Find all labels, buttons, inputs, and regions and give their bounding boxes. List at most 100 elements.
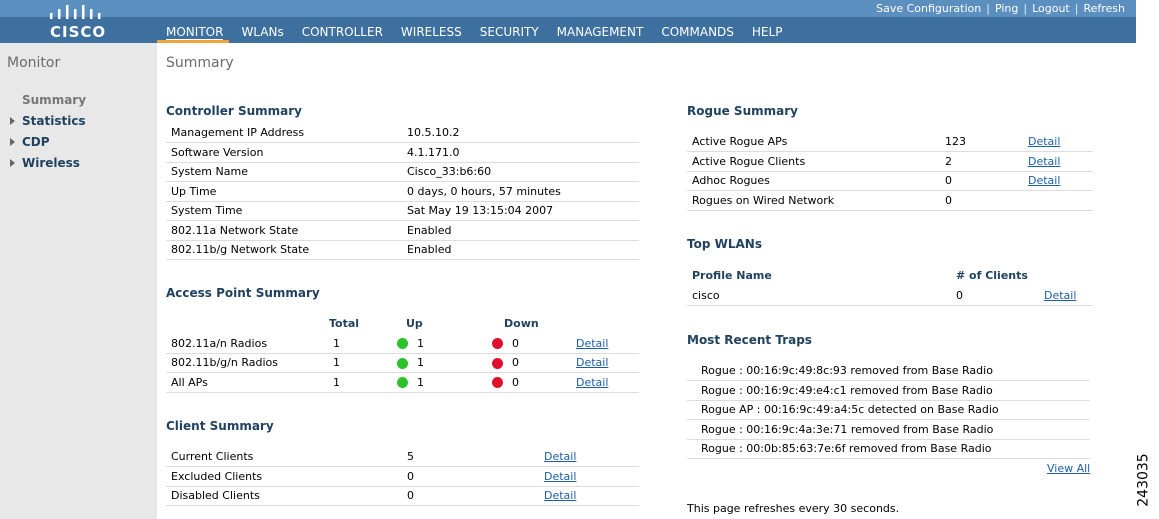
up-cell: 1 — [392, 353, 478, 373]
up-cell: 1 — [392, 372, 478, 393]
status-up-icon — [397, 377, 408, 389]
detail-link[interactable]: Detail — [1028, 155, 1060, 168]
client-summary-title: Client Summary — [166, 419, 274, 433]
total-count: 1 — [324, 372, 392, 393]
nav-management[interactable]: MANAGEMENT — [557, 25, 644, 40]
header-blank — [166, 314, 324, 334]
refresh-link[interactable]: Refresh — [1078, 2, 1130, 15]
sidebar-title: Monitor — [7, 55, 61, 71]
table-row: Active Rogue APs 123 Detail — [687, 132, 1093, 152]
detail-link[interactable]: Detail — [1028, 174, 1060, 187]
table-row: Software Version 4.1.171.0 — [166, 142, 639, 163]
sidebar-item-label: Summary — [22, 92, 87, 107]
table-row: Excluded Clients 0 Detail — [166, 466, 639, 487]
row-label: 802.11b/g/n Radios — [166, 353, 324, 373]
brand-name: CISCO — [50, 23, 107, 41]
row-value: 0 — [940, 190, 1023, 211]
row-label: 802.11a/n Radios — [166, 333, 324, 354]
table-row: 802.11b/g/n Radios 1 1 0 Detail — [166, 353, 639, 373]
table-row: Active Rogue Clients 2 Detail — [687, 151, 1093, 172]
nav-commands[interactable]: COMMANDS — [661, 25, 734, 40]
recent-traps-table: Rogue : 00:16:9c:49:8c:93 removed from B… — [687, 361, 1090, 459]
header-bar: CISCO Save Configuration | Ping | Logout | … — [0, 0, 1136, 43]
nav-monitor[interactable]: MONITOR — [166, 25, 224, 40]
trap-row: Rogue AP : 00:16:9c:49:a4:5c detected on… — [687, 400, 1090, 420]
row-value: 2 — [940, 151, 1023, 172]
trap-row: Rogue : 00:16:9c:4a:3e:71 removed from B… — [687, 419, 1090, 440]
trap-message: Rogue : 00:16:9c:49:e4:c1 removed from B… — [687, 380, 1090, 401]
refresh-note: This page refreshes every 30 seconds. — [687, 502, 900, 515]
trap-message: Rogue : 00:16:9c:4a:3e:71 removed from B… — [687, 419, 1090, 440]
sidebar-item-label: Statistics — [22, 113, 86, 128]
nav-controller[interactable]: CONTROLLER — [302, 25, 383, 40]
nav-wlans[interactable]: WLANs — [241, 25, 283, 40]
row-label: Active Rogue Clients — [687, 151, 940, 172]
header-down: Down — [504, 317, 539, 331]
nav-wireless[interactable]: WIRELESS — [401, 25, 462, 40]
controller-summary-table: Management IP Address 10.5.10.2 Software… — [166, 123, 639, 260]
detail-link[interactable]: Detail — [1044, 289, 1076, 302]
detail-link[interactable]: Detail — [576, 376, 608, 389]
sidebar-item-statistics[interactable]: Statistics — [10, 110, 86, 131]
detail-link[interactable]: Detail — [544, 489, 576, 502]
row-label: Software Version — [166, 142, 402, 163]
view-all-link[interactable]: View All — [1047, 462, 1090, 475]
trap-message: Rogue AP : 00:16:9c:49:a4:5c detected on… — [687, 400, 1090, 420]
row-label: Disabled Clients — [166, 486, 402, 506]
row-label: Up Time — [166, 181, 402, 202]
trap-message: Rogue : 00:0b:85:63:7e:6f removed from B… — [687, 439, 1090, 459]
down-cell: 0 — [478, 333, 571, 354]
table-row: System Time Sat May 19 13:15:04 2007 — [166, 201, 639, 221]
expand-arrow-icon — [10, 158, 15, 167]
row-value: 4.1.171.0 — [402, 142, 639, 163]
table-row: Current Clients 5 Detail — [166, 447, 639, 467]
row-label: Excluded Clients — [166, 466, 402, 487]
status-down-icon — [492, 338, 503, 349]
down-count: 0 — [512, 356, 519, 370]
header-up: Up — [406, 317, 423, 331]
row-label: Management IP Address — [166, 123, 402, 143]
row-label: Current Clients — [166, 447, 402, 467]
trap-row: Rogue : 00:0b:85:63:7e:6f removed from B… — [687, 439, 1090, 459]
status-down-icon — [492, 377, 503, 389]
save-configuration-link[interactable]: Save Configuration — [871, 2, 986, 15]
table-row: 802.11a/n Radios 1 1 0 Detail — [166, 333, 639, 354]
detail-link[interactable]: Detail — [544, 470, 576, 483]
table-row: Adhoc Rogues 0 Detail — [687, 171, 1093, 191]
row-label: 802.11b/g Network State — [166, 240, 402, 260]
page-title: Summary — [166, 55, 234, 71]
detail-link[interactable]: Detail — [576, 337, 608, 350]
expand-arrow-icon — [10, 116, 15, 125]
status-up-icon — [397, 357, 408, 369]
sidebar-item-cdp[interactable]: CDP — [10, 131, 86, 152]
utility-links: Save Configuration | Ping | Logout | Refres… — [871, 1, 1130, 16]
recent-traps-title: Most Recent Traps — [687, 333, 812, 347]
nav-security[interactable]: SECURITY — [480, 25, 539, 40]
access-point-summary-table: Total Up Down 802.11a/n Radios 1 1 0 Det… — [166, 314, 639, 393]
row-value: 0 — [940, 171, 1023, 191]
sidebar-item-wireless[interactable]: Wireless — [10, 152, 86, 173]
detail-link[interactable]: Detail — [544, 450, 576, 463]
header-clients: # of Clients — [956, 269, 1028, 283]
wlan-clients: 0 — [951, 285, 1039, 306]
row-label: All APs — [166, 372, 324, 393]
table-row: Disabled Clients 0 Detail — [166, 486, 639, 506]
logout-link[interactable]: Logout — [1027, 2, 1075, 15]
detail-link[interactable]: Detail — [576, 356, 608, 369]
row-value: 0 days, 0 hours, 57 minutes — [402, 181, 639, 202]
down-count: 0 — [512, 375, 519, 389]
table-row: System Name Cisco_33:b6:60 — [166, 162, 639, 182]
sidebar-item-summary[interactable]: Summary — [10, 89, 86, 110]
sidebar: Monitor Summary Statistics CDP Wireless — [0, 43, 157, 519]
expand-arrow-icon — [10, 137, 15, 146]
row-label: Adhoc Rogues — [687, 171, 940, 191]
header-total: Total — [329, 317, 360, 331]
up-cell: 1 — [392, 333, 478, 354]
row-label: Rogues on Wired Network — [687, 190, 940, 211]
row-label: 802.11a Network State — [166, 220, 402, 241]
ping-link[interactable]: Ping — [990, 2, 1023, 15]
cisco-bridge-icon — [50, 5, 101, 19]
nav-help[interactable]: HELP — [752, 25, 783, 40]
row-label: Active Rogue APs — [687, 132, 940, 152]
detail-link[interactable]: Detail — [1028, 135, 1060, 148]
